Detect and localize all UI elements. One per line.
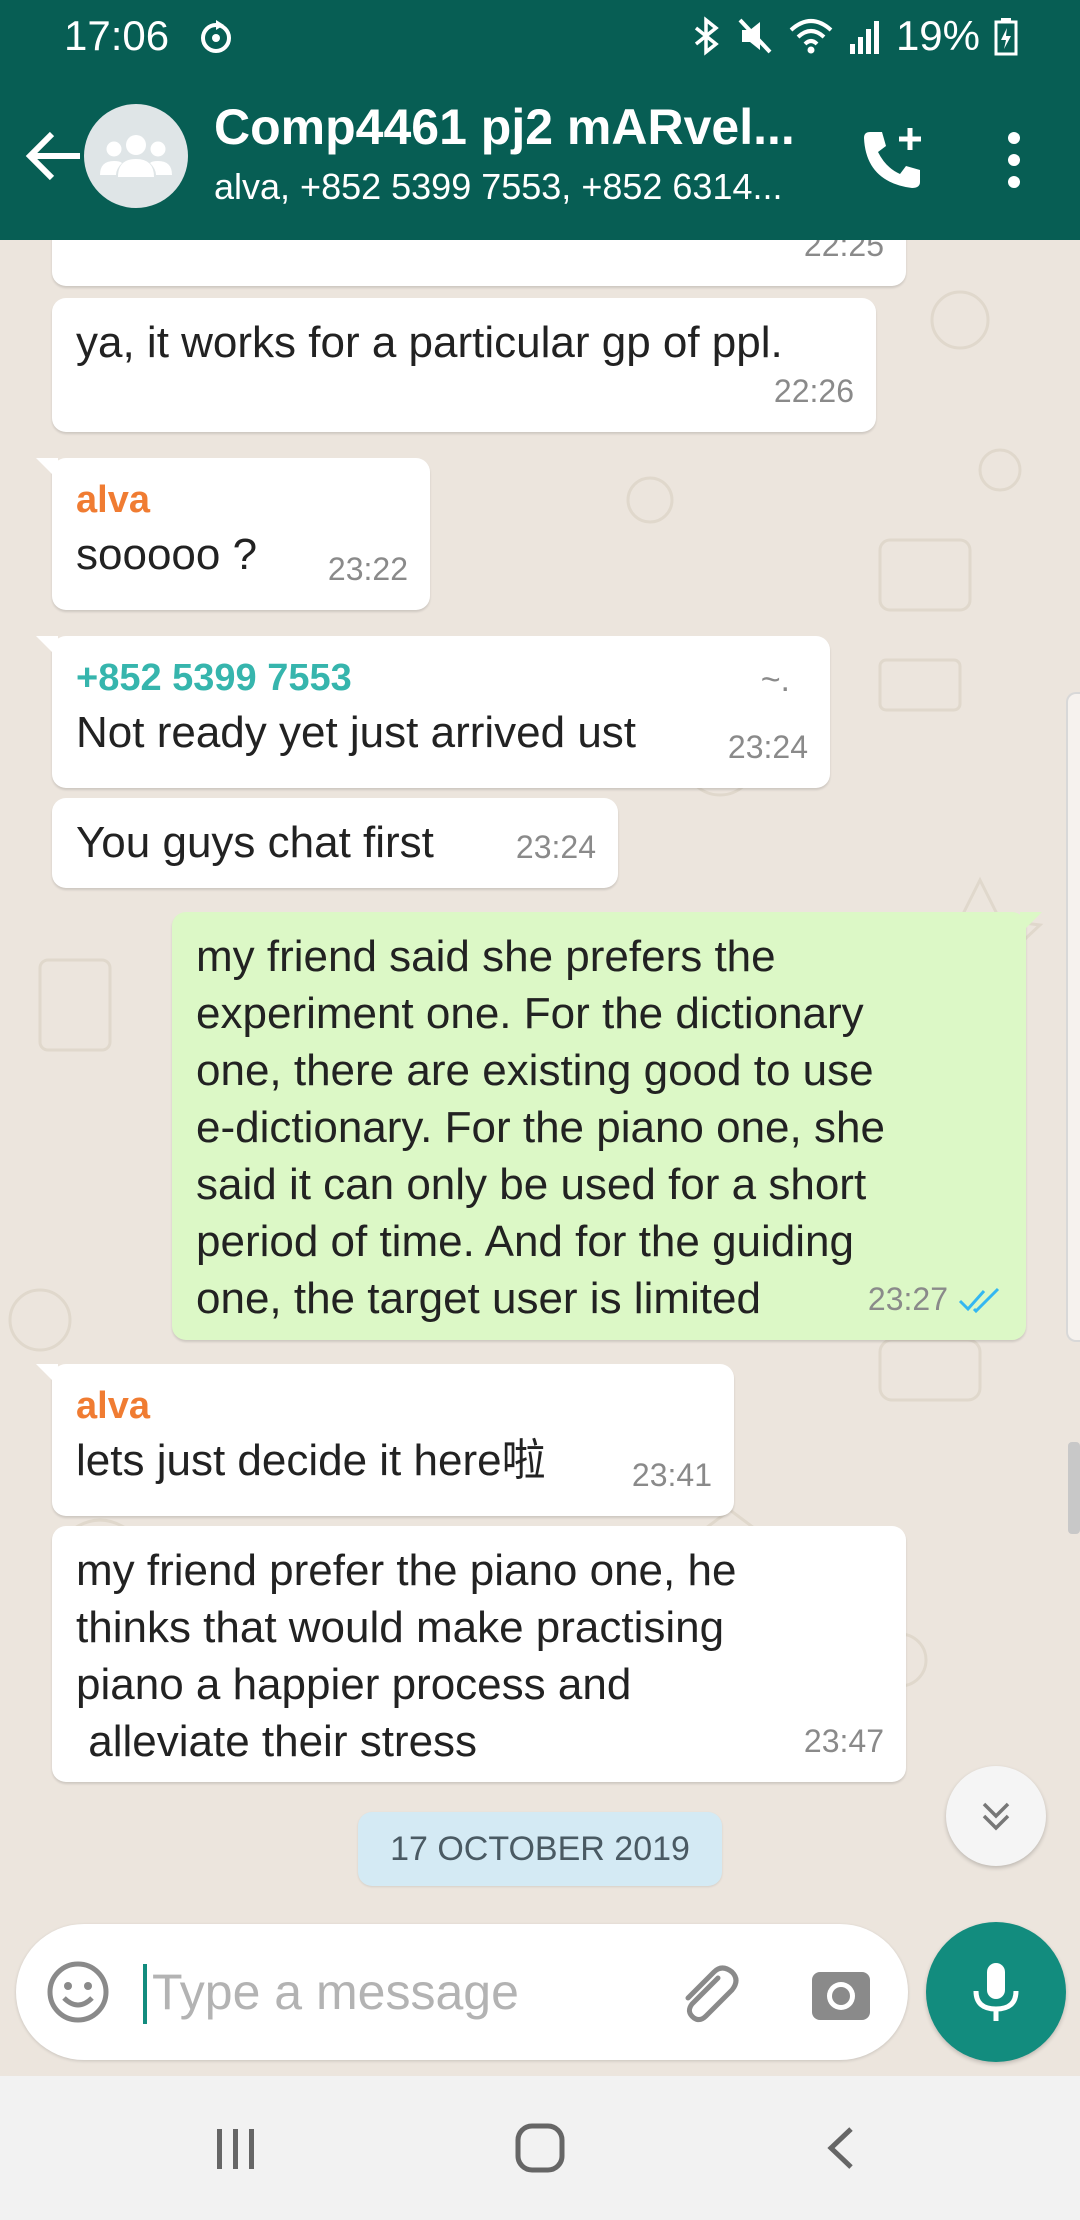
message-bubble[interactable]: +852 5399 7553 ~. Not ready yet just arr… — [36, 636, 830, 788]
message-meta: 23:47 — [804, 1713, 884, 1770]
chat-title-area[interactable]: Comp4461 pj2 mARvel... alva, +852 5399 7… — [214, 98, 824, 208]
bubble-tail — [36, 458, 58, 480]
paperclip-icon[interactable] — [672, 1960, 742, 2030]
recent-apps-button[interactable] — [200, 2112, 272, 2184]
bubble-tail — [36, 636, 58, 658]
group-icon — [100, 135, 172, 177]
scrollbar-thumb[interactable] — [1068, 1442, 1080, 1534]
message-meta: 22:26 — [774, 363, 854, 420]
date-separator: 17 OCTOBER 2019 — [358, 1812, 722, 1886]
text-caret — [143, 1964, 147, 2024]
bubble-tail — [36, 1364, 58, 1386]
message-bubble[interactable]: alva lets just decide it here啦 23:41 — [36, 1364, 734, 1516]
emoji-icon[interactable] — [44, 1958, 112, 2026]
chat-header: Comp4461 pj2 mARvel... alva, +852 5399 7… — [0, 72, 1080, 240]
message-meta: 22:25 — [804, 240, 884, 274]
more-options-icon[interactable] — [994, 124, 1034, 196]
message-list[interactable]: 22:25 ya, it works for a particular gp o… — [0, 240, 1080, 1920]
message-meta: 23:24 — [728, 719, 808, 776]
wifi-icon — [789, 19, 833, 54]
microphone-icon — [973, 1963, 1019, 2021]
message-input[interactable] — [152, 1954, 652, 2030]
bubble-tail — [1020, 912, 1042, 934]
signal-icon — [849, 21, 879, 54]
bluetooth-icon — [694, 16, 719, 56]
message-meta: 23:22 — [328, 541, 408, 598]
sender-push-name: ~. — [760, 661, 790, 699]
message-time: 22:26 — [773, 373, 854, 409]
system-navigation-bar — [0, 2076, 1080, 2220]
message-meta: 23:41 — [632, 1447, 712, 1504]
message-time: 22:25 — [803, 240, 884, 263]
scroll-track — [1066, 692, 1080, 1342]
home-button[interactable] — [504, 2112, 576, 2184]
message-bubble[interactable]: ya, it works for a particular gp of ppl.… — [52, 298, 876, 432]
double-chevron-down-icon — [982, 1802, 1010, 1831]
message-text: ya, it works for a particular gp of ppl. — [76, 318, 783, 367]
back-button[interactable] — [806, 2112, 878, 2184]
battery-icon — [994, 18, 1018, 56]
message-bubble[interactable]: alva sooooo ? 23:22 — [36, 458, 430, 610]
voice-message-button[interactable] — [926, 1922, 1066, 2062]
message-time: 23:24 — [515, 829, 596, 865]
message-time: 23:47 — [803, 1723, 884, 1759]
message-text: Not ready yet just arrived ust — [76, 708, 637, 757]
group-avatar[interactable] — [84, 104, 188, 208]
mute-icon — [738, 18, 772, 54]
message-text: my friend said she prefers the experimen… — [196, 932, 885, 1323]
message-text: my friend prefer the piano one, he think… — [76, 1546, 737, 1766]
status-time: 17:06 — [64, 12, 170, 59]
message-time: 23:27 — [867, 1281, 948, 1317]
chat-title: Comp4461 pj2 mARvel... — [214, 99, 795, 155]
message-meta: 23:27 — [868, 1271, 1004, 1328]
message-time: 23:41 — [631, 1457, 712, 1493]
message-bubble[interactable]: You guys chat first 23:24 — [52, 798, 618, 888]
double-check-read-icon — [958, 1287, 1000, 1313]
sender-name: alva — [76, 1385, 150, 1427]
sender-name: +852 5399 7553 — [76, 657, 352, 699]
chat-participants: alva, +852 5399 7553, +852 6314... — [214, 166, 783, 207]
home-icon — [515, 2123, 565, 2173]
message-meta: 23:24 — [516, 819, 596, 876]
back-chevron-icon — [827, 2127, 853, 2169]
sync-icon — [201, 20, 231, 53]
message-time: 23:22 — [327, 551, 408, 587]
camera-icon[interactable] — [806, 1960, 876, 2030]
message-time: 23:24 — [727, 729, 808, 765]
message-bubble[interactable]: 22:25 — [52, 240, 906, 286]
status-bar: 17:06 19% — [0, 0, 1080, 72]
message-composer — [16, 1924, 908, 2060]
back-arrow-icon[interactable] — [20, 122, 88, 190]
add-call-icon[interactable] — [856, 124, 928, 196]
message-bubble-outgoing[interactable]: my friend said she prefers the experimen… — [172, 912, 1042, 1340]
scroll-to-bottom-button[interactable] — [946, 1766, 1046, 1866]
recent-apps-icon — [217, 2129, 254, 2169]
battery-percent: 19% — [895, 12, 980, 59]
message-text: lets just decide it here啦 — [76, 1436, 546, 1485]
message-bubble[interactable]: my friend prefer the piano one, he think… — [52, 1526, 906, 1782]
sender-name: alva — [76, 479, 150, 521]
